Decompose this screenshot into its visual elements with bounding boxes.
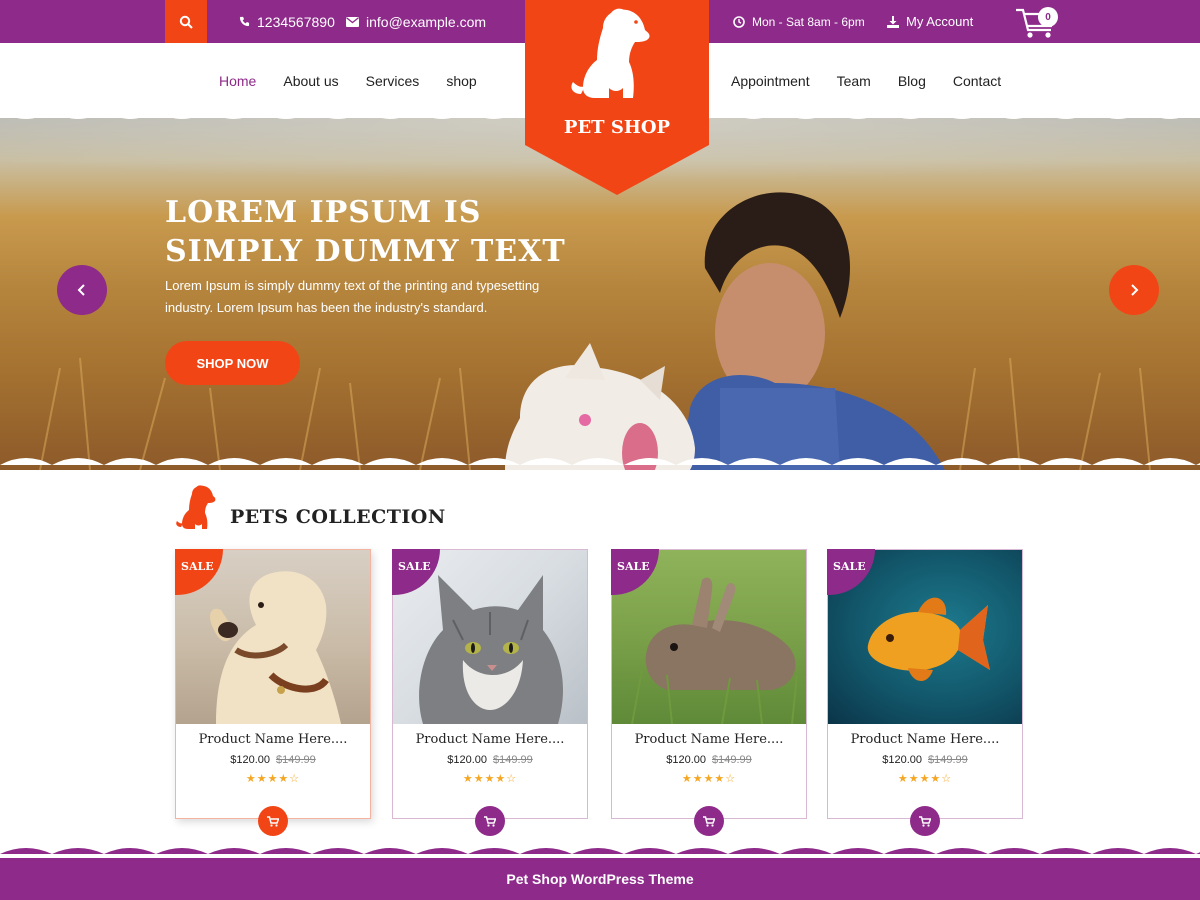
dog-section-icon (176, 485, 216, 529)
add-to-cart-button[interactable] (258, 806, 288, 836)
account-label: My Account (906, 14, 974, 29)
product-card[interactable]: SALE Product Name Here.... $120.00 $149.9… (175, 549, 371, 836)
add-to-cart-button[interactable] (475, 806, 505, 836)
product-name[interactable]: Product Name Here.... (393, 732, 587, 747)
main-nav-right: Appointment Team Blog Contact (731, 66, 1001, 96)
rating-stars: ★★★★☆ (897, 773, 953, 785)
my-account-link[interactable]: My Account (887, 0, 973, 43)
opening-hours: Mon - Sat 8am - 6pm (733, 0, 865, 43)
shop-now-button[interactable]: SHOP NOW (165, 341, 300, 385)
hero-bottom-scallop (0, 458, 1200, 465)
add-to-cart-button[interactable] (694, 806, 724, 836)
rating-stars: ★★★★☆ (462, 773, 518, 785)
product-name[interactable]: Product Name Here.... (176, 732, 370, 747)
price-old: $149.99 (493, 754, 533, 766)
rating-stars: ★★★★☆ (245, 773, 301, 785)
logo-text: PET SHOP (563, 117, 671, 138)
product-card[interactable]: SALE Product Name Here.... $120.00 $149.9… (827, 549, 1023, 836)
nav-item-shop[interactable]: shop (446, 73, 476, 89)
main-nav-left: Home About us Services shop (219, 66, 477, 96)
hero-heading: LOREM IPSUM IS SIMPLY DUMMY TEXT (165, 193, 585, 271)
product-card[interactable]: SALE Product Name Here.... $120.00 $149.9… (392, 549, 588, 836)
clock-icon (733, 15, 745, 28)
search-icon (179, 15, 193, 29)
download-icon (887, 15, 899, 28)
email-contact[interactable]: info@example.com (346, 0, 486, 43)
nav-item-about[interactable]: About us (283, 73, 338, 89)
price-current: $120.00 (882, 754, 922, 766)
product-price: $120.00 $149.99 (828, 754, 1022, 766)
product-price: $120.00 $149.99 (176, 754, 370, 766)
price-old: $149.99 (276, 754, 316, 766)
price-old: $149.99 (712, 754, 752, 766)
hero-heading-line-2: SIMPLY DUMMY TEXT (165, 234, 566, 269)
product-price: $120.00 $149.99 (612, 754, 806, 766)
mail-icon (346, 16, 359, 27)
hero-description-line-2: industry. Lorem Ipsum has been the indus… (165, 300, 488, 315)
add-to-cart-button[interactable] (910, 806, 940, 836)
rating-stars: ★★★★☆ (681, 773, 737, 785)
footer-bar: Pet Shop WordPress Theme (0, 858, 1200, 900)
product-name[interactable]: Product Name Here.... (612, 732, 806, 747)
price-old: $149.99 (928, 754, 968, 766)
cart-icon (267, 815, 279, 827)
price-current: $120.00 (666, 754, 706, 766)
slider-next-button[interactable] (1109, 265, 1159, 315)
chevron-right-icon (1131, 284, 1139, 296)
nav-item-contact[interactable]: Contact (953, 73, 1001, 89)
email-address: info@example.com (366, 13, 487, 30)
pet-shop-logo[interactable] (525, 0, 709, 195)
hero-description-line-1: Lorem Ipsum is simply dummy text of the … (165, 278, 540, 293)
product-price: $120.00 $149.99 (393, 754, 587, 766)
nav-item-blog[interactable]: Blog (898, 73, 926, 89)
hours-text: Mon - Sat 8am - 6pm (752, 14, 865, 29)
nav-item-services[interactable]: Services (366, 73, 420, 89)
section-title: PETS COLLECTION (230, 506, 446, 528)
cart-icon (919, 815, 931, 827)
product-name[interactable]: Product Name Here.... (828, 732, 1022, 747)
price-current: $120.00 (230, 754, 270, 766)
hero-description: Lorem Ipsum is simply dummy text of the … (165, 275, 565, 319)
cart-count-badge: 0 (1038, 7, 1058, 27)
nav-item-team[interactable]: Team (837, 73, 871, 89)
cart-icon (703, 815, 715, 827)
phone-contact[interactable]: 1234567890 (239, 0, 335, 43)
footer-text: Pet Shop WordPress Theme (506, 871, 694, 887)
hero-heading-line-1: LOREM IPSUM IS (165, 195, 482, 230)
nav-item-appointment[interactable]: Appointment (731, 73, 810, 89)
phone-number: 1234567890 (257, 13, 335, 30)
phone-icon (239, 16, 250, 27)
search-button[interactable] (165, 0, 207, 43)
nav-item-home[interactable]: Home (219, 73, 256, 89)
cart-icon (484, 815, 496, 827)
product-card[interactable]: SALE Product Name Here.... $120.00 $149.9… (611, 549, 807, 836)
slider-prev-button[interactable] (57, 265, 107, 315)
chevron-left-icon (77, 284, 85, 296)
price-current: $120.00 (447, 754, 487, 766)
